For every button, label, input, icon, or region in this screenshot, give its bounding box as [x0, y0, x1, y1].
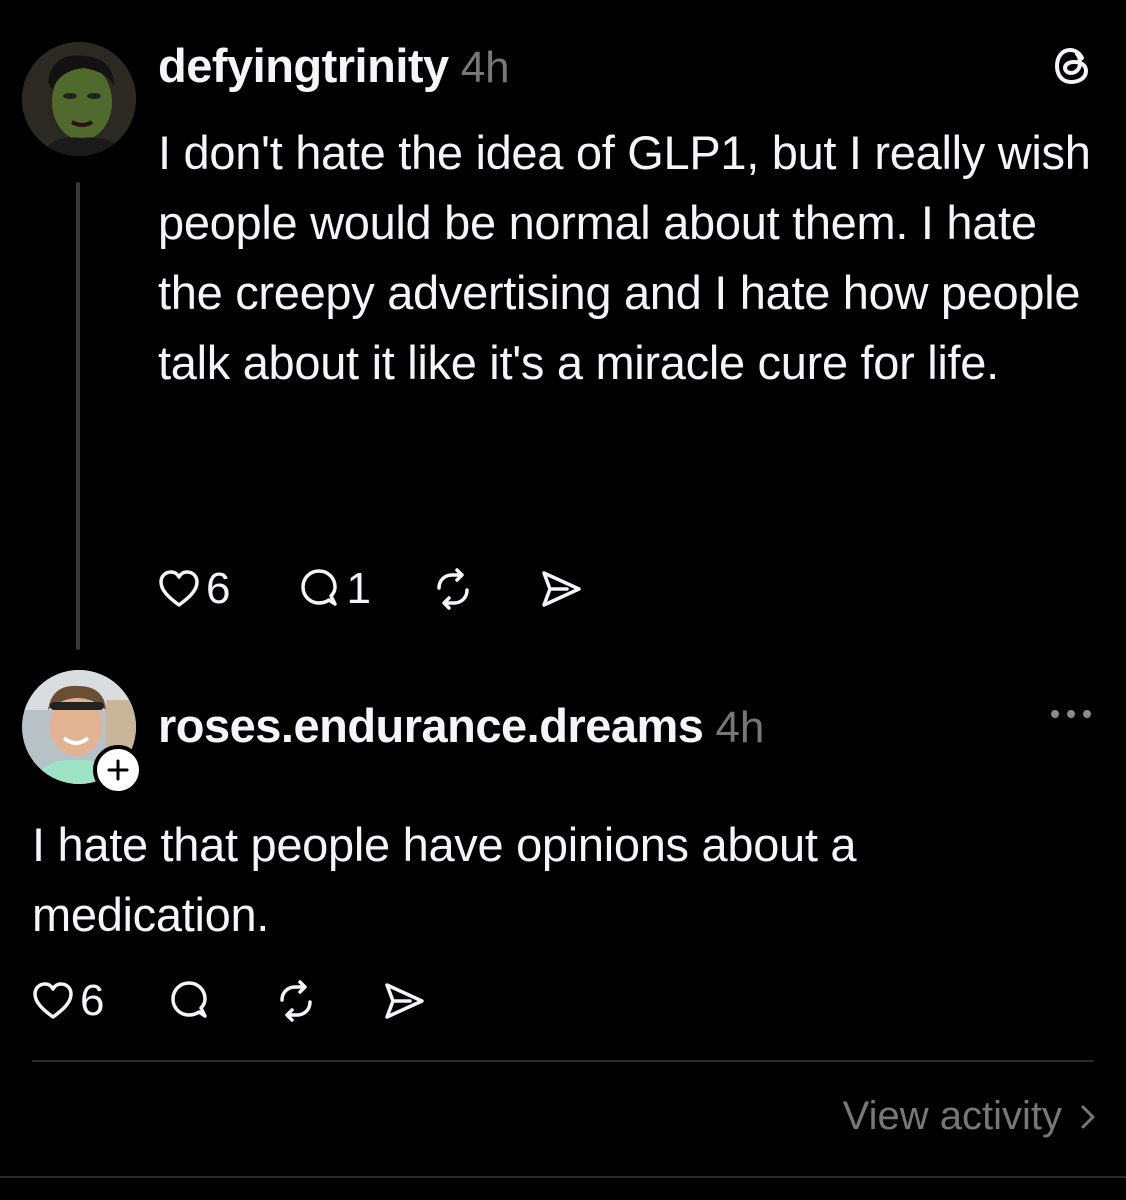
- heart-icon: [159, 570, 199, 607]
- bottom-separator: [0, 1176, 1126, 1178]
- view-activity-link[interactable]: View activity: [843, 1094, 1096, 1139]
- plus-icon: [107, 759, 129, 781]
- repost-button[interactable]: [431, 568, 475, 610]
- send-icon: [385, 983, 425, 1019]
- username[interactable]: roses.endurance.dreams: [158, 698, 704, 753]
- view-activity-label: View activity: [842, 1094, 1062, 1138]
- repost-icon: [437, 568, 469, 610]
- follow-button[interactable]: [93, 745, 143, 795]
- username[interactable]: defyingtrinity: [158, 38, 449, 93]
- reply-button[interactable]: [168, 980, 210, 1022]
- divider: [32, 1060, 1094, 1062]
- heart-icon: [33, 982, 73, 1019]
- repost-icon: [280, 980, 313, 1022]
- like-count: 6: [206, 564, 231, 613]
- post-header: defyingtrinity 4h: [158, 38, 510, 93]
- share-button[interactable]: [539, 569, 583, 609]
- threads-logo-icon[interactable]: [1053, 44, 1093, 88]
- share-button[interactable]: [382, 981, 426, 1021]
- avatar-defyingtrinity[interactable]: [22, 42, 136, 156]
- like-button[interactable]: 6: [32, 976, 104, 1026]
- like-button[interactable]: 6: [158, 564, 230, 614]
- send-icon: [542, 571, 581, 607]
- reply-body: I hate that people have opinions about a…: [32, 818, 857, 941]
- like-count: 6: [80, 976, 105, 1025]
- reply-count: 1: [346, 564, 371, 613]
- reply-actions: 6: [32, 976, 426, 1026]
- chevron-right-icon: [1081, 1105, 1095, 1128]
- comment-icon: [171, 981, 208, 1018]
- more-options-icon[interactable]: [1047, 706, 1095, 722]
- thread-connector-line: [76, 182, 80, 650]
- comment-icon: [301, 569, 338, 606]
- timestamp: 4h: [460, 43, 510, 92]
- timestamp: 4h: [715, 703, 765, 752]
- reply-header: roses.endurance.dreams 4h: [158, 698, 764, 753]
- threads-post-view: defyingtrinity 4h I don't hate the idea …: [0, 0, 1126, 1200]
- repost-button[interactable]: [274, 980, 318, 1022]
- reply-button[interactable]: 1: [298, 564, 371, 614]
- post-body: I don't hate the idea of GLP1, but I rea…: [158, 126, 1091, 389]
- post-actions: 6 1: [158, 564, 583, 614]
- avatar-image: [22, 42, 136, 156]
